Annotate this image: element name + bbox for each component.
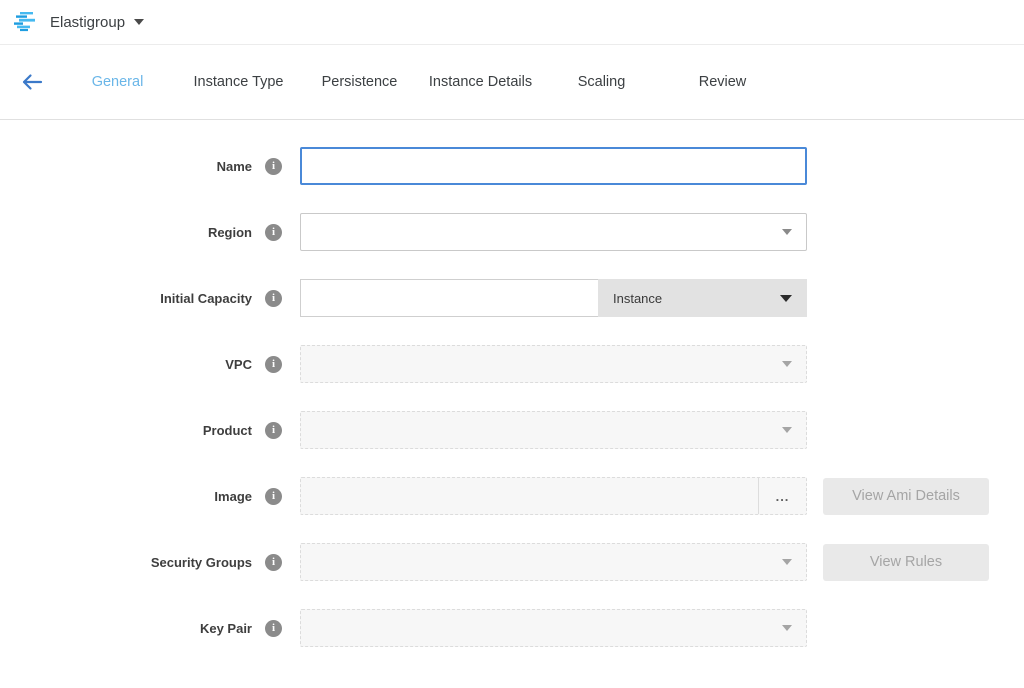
image-browse-button: ... <box>759 478 806 514</box>
image-label: Image <box>0 489 252 504</box>
dropdown-caret-icon <box>782 559 792 565</box>
vpc-select <box>300 345 807 383</box>
field-row-image: Image i ... View Ami Details <box>0 477 1024 515</box>
dropdown-caret-icon <box>782 625 792 631</box>
field-row-key-pair: Key Pair i <box>0 609 1024 647</box>
tab-general[interactable]: General <box>57 68 178 96</box>
chevron-down-icon <box>134 19 144 25</box>
product-select <box>300 411 807 449</box>
app-switcher[interactable]: Elastigroup <box>50 14 144 31</box>
dropdown-caret-icon <box>780 295 792 302</box>
field-row-vpc: VPC i <box>0 345 1024 383</box>
initial-capacity-label: Initial Capacity <box>0 291 252 306</box>
image-value <box>301 478 758 514</box>
info-icon[interactable]: i <box>265 356 282 373</box>
key-pair-select <box>300 609 807 647</box>
view-rules-button: View Rules <box>823 544 989 581</box>
info-icon[interactable]: i <box>265 488 282 505</box>
app-name: Elastigroup <box>50 14 125 31</box>
dropdown-caret-icon <box>782 229 792 235</box>
field-row-product: Product i <box>0 411 1024 449</box>
info-icon[interactable]: i <box>265 554 282 571</box>
initial-capacity-input[interactable] <box>300 279 598 317</box>
info-icon[interactable]: i <box>265 224 282 241</box>
name-input[interactable] <box>300 147 807 185</box>
capacity-unit-value: Instance <box>613 291 662 306</box>
info-icon[interactable]: i <box>265 422 282 439</box>
info-icon[interactable]: i <box>265 620 282 637</box>
tab-review[interactable]: Review <box>662 68 783 96</box>
back-arrow-icon <box>21 73 43 91</box>
tab-instance-details[interactable]: Instance Details <box>420 68 541 96</box>
tabs: General Instance Type Persistence Instan… <box>57 68 783 96</box>
region-select[interactable] <box>300 213 807 251</box>
vpc-label: VPC <box>0 357 252 372</box>
capacity-unit-select[interactable]: Instance <box>598 279 807 317</box>
info-icon[interactable]: i <box>265 158 282 175</box>
info-icon[interactable]: i <box>265 290 282 307</box>
elastigroup-logo-icon <box>13 9 39 35</box>
image-input: ... <box>300 477 807 515</box>
field-row-security-groups: Security Groups i View Rules <box>0 543 1024 581</box>
dropdown-caret-icon <box>782 427 792 433</box>
tab-instance-type[interactable]: Instance Type <box>178 68 299 96</box>
product-label: Product <box>0 423 252 438</box>
back-button[interactable] <box>21 71 43 93</box>
wizard-tab-bar: General Instance Type Persistence Instan… <box>0 45 1024 120</box>
security-groups-label: Security Groups <box>0 555 252 570</box>
dropdown-caret-icon <box>782 361 792 367</box>
field-row-region: Region i <box>0 213 1024 251</box>
tab-persistence[interactable]: Persistence <box>299 68 420 96</box>
security-groups-select <box>300 543 807 581</box>
key-pair-label: Key Pair <box>0 621 252 636</box>
region-label: Region <box>0 225 252 240</box>
top-bar: Elastigroup <box>0 0 1024 45</box>
field-row-name: Name i <box>0 147 1024 185</box>
field-row-initial-capacity: Initial Capacity i Instance <box>0 279 1024 317</box>
tab-scaling[interactable]: Scaling <box>541 68 662 96</box>
name-label: Name <box>0 159 252 174</box>
view-ami-details-button: View Ami Details <box>823 478 989 515</box>
general-form: Name i Region i Initial Capacity i Insta… <box>0 120 1024 647</box>
